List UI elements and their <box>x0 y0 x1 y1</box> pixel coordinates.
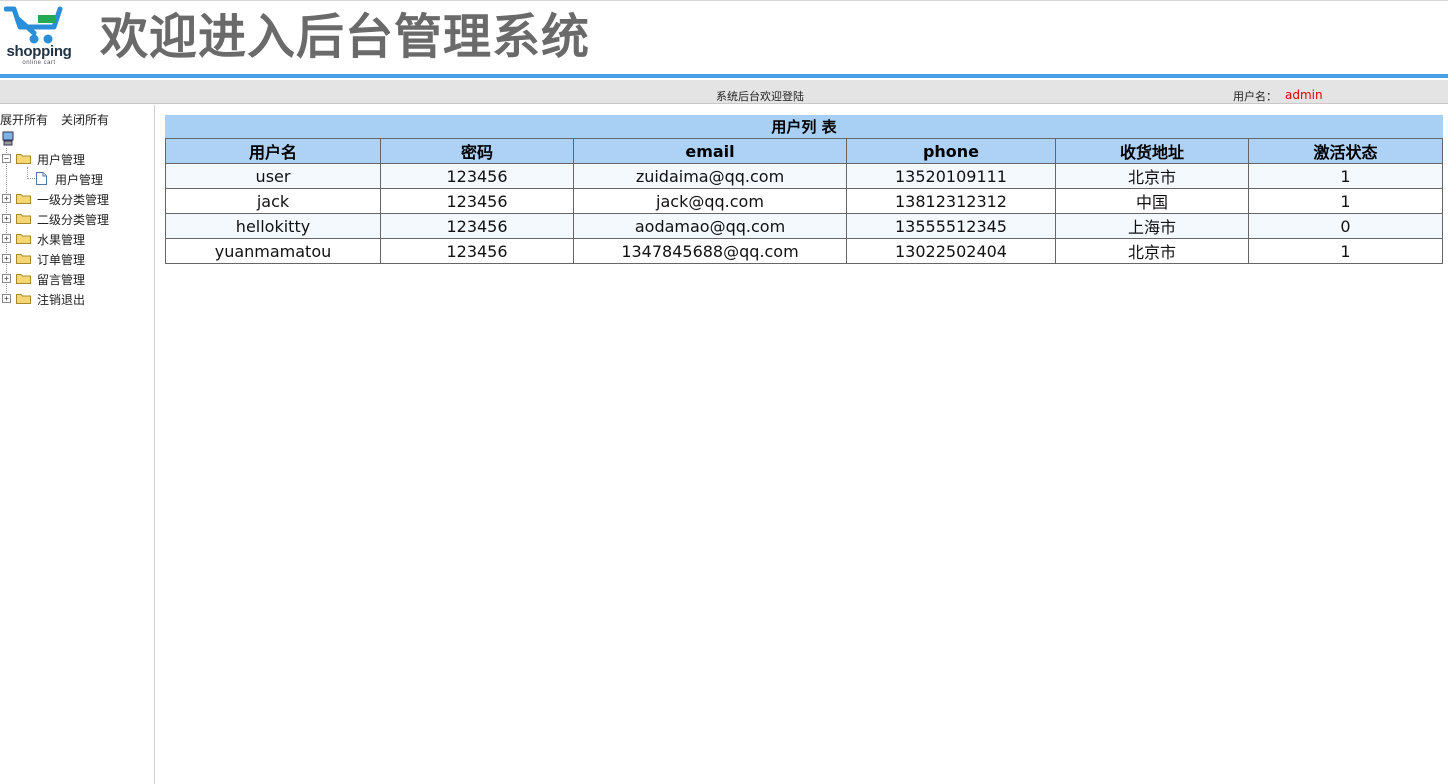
cell-email: aodamao@qq.com <box>573 213 847 239</box>
computer-icon <box>2 131 14 146</box>
expand-toggle-icon[interactable]: + <box>2 294 11 303</box>
column-header-username: 用户名 <box>165 138 381 164</box>
folder-icon <box>16 294 31 304</box>
folder-icon <box>16 194 31 204</box>
column-header-password: 密码 <box>380 138 574 164</box>
cell-email: jack@qq.com <box>573 188 847 214</box>
cell-username: user <box>165 163 381 189</box>
collapse-all-link[interactable]: 关闭所有 <box>61 111 109 128</box>
user-table: 用户列 表 用户名 密码 email phone 收货地址 激活状态 user … <box>165 115 1443 264</box>
folder-icon <box>16 254 31 264</box>
welcome-message: 系统后台欢迎登陆 <box>716 90 804 103</box>
folder-icon <box>16 214 31 224</box>
logo-text: shopping <box>6 43 72 60</box>
sidebar: 展开所有 关闭所有 − 用户管理 用户管理 + 一级分类管理 + 二级分类管理 … <box>0 105 155 784</box>
main-content: 用户列 表 用户名 密码 email phone 收货地址 激活状态 user … <box>165 115 1443 264</box>
table-row[interactable]: user 123456 zuidaima@qq.com 13520109111 … <box>165 163 1443 189</box>
cell-phone: 13520109111 <box>846 163 1056 189</box>
tree-label: 注销退出 <box>37 293 86 307</box>
page-header: shopping online cart 欢迎进入后台管理系统 <box>0 0 1448 74</box>
sidebar-item-user-list[interactable]: 用户管理 <box>0 170 150 188</box>
logo-subtext: online cart <box>22 60 56 66</box>
column-header-email: email <box>573 138 847 164</box>
table-caption: 用户列 表 <box>165 115 1443 138</box>
cell-username: jack <box>165 188 381 214</box>
tree-label: 二级分类管理 <box>37 213 110 227</box>
cell-address: 中国 <box>1055 188 1249 214</box>
expand-all-link[interactable]: 展开所有 <box>0 111 48 128</box>
collapse-toggle-icon[interactable]: − <box>2 154 11 163</box>
status-bar: 系统后台欢迎登陆 用户名： admin <box>0 80 1448 104</box>
sidebar-item-category1[interactable]: + 一级分类管理 <box>0 190 150 208</box>
cell-password: 123456 <box>380 238 574 264</box>
page-icon <box>36 172 47 185</box>
table-header-row: 用户名 密码 email phone 收货地址 激活状态 <box>165 138 1443 164</box>
tree-label: 用户管理 <box>55 173 104 187</box>
tree-root[interactable] <box>2 131 16 149</box>
cell-password: 123456 <box>380 213 574 239</box>
tree-label: 一级分类管理 <box>37 193 110 207</box>
cell-email: 1347845688@qq.com <box>573 238 847 264</box>
cell-address: 北京市 <box>1055 238 1249 264</box>
expand-toggle-icon[interactable]: + <box>2 274 11 283</box>
cell-username: yuanmamatou <box>165 238 381 264</box>
expand-toggle-icon[interactable]: + <box>2 214 11 223</box>
username-value: admin <box>1285 88 1323 102</box>
cell-email: zuidaima@qq.com <box>573 163 847 189</box>
cell-password: 123456 <box>380 188 574 214</box>
cell-status: 1 <box>1248 188 1443 214</box>
column-header-phone: phone <box>846 138 1056 164</box>
folder-icon <box>16 274 31 284</box>
header-divider <box>0 74 1448 78</box>
page-title: 欢迎进入后台管理系统 <box>100 9 591 65</box>
cell-status: 1 <box>1248 238 1443 264</box>
folder-open-icon <box>16 154 31 164</box>
tree-label: 留言管理 <box>37 273 86 287</box>
table-row[interactable]: hellokitty 123456 aodamao@qq.com 1355551… <box>165 213 1443 239</box>
cell-phone: 13812312312 <box>846 188 1056 214</box>
sidebar-item-logout[interactable]: + 注销退出 <box>0 290 150 308</box>
cell-phone: 13022502404 <box>846 238 1056 264</box>
tree-label: 订单管理 <box>37 253 86 267</box>
tree-label: 水果管理 <box>37 233 86 247</box>
expand-toggle-icon[interactable]: + <box>2 254 11 263</box>
sidebar-item-messages[interactable]: + 留言管理 <box>0 270 150 288</box>
table-row[interactable]: yuanmamatou 123456 1347845688@qq.com 130… <box>165 238 1443 264</box>
folder-icon <box>16 234 31 244</box>
cell-status: 0 <box>1248 213 1443 239</box>
cell-address: 上海市 <box>1055 213 1249 239</box>
username-label: 用户名： <box>1233 90 1277 103</box>
tree-label: 用户管理 <box>37 153 86 167</box>
column-header-status: 激活状态 <box>1248 138 1443 164</box>
table-row[interactable]: jack 123456 jack@qq.com 13812312312 中国 1 <box>165 188 1443 214</box>
sidebar-item-orders[interactable]: + 订单管理 <box>0 250 150 268</box>
expand-toggle-icon[interactable]: + <box>2 234 11 243</box>
cell-status: 1 <box>1248 163 1443 189</box>
cell-username: hellokitty <box>165 213 381 239</box>
expand-toggle-icon[interactable]: + <box>2 194 11 203</box>
cell-password: 123456 <box>380 163 574 189</box>
sidebar-item-fruit[interactable]: + 水果管理 <box>0 230 150 248</box>
cell-address: 北京市 <box>1055 163 1249 189</box>
column-header-address: 收货地址 <box>1055 138 1249 164</box>
sidebar-item-category2[interactable]: + 二级分类管理 <box>0 210 150 228</box>
cell-phone: 13555512345 <box>846 213 1056 239</box>
sidebar-item-user-management[interactable]: − 用户管理 <box>0 150 150 168</box>
